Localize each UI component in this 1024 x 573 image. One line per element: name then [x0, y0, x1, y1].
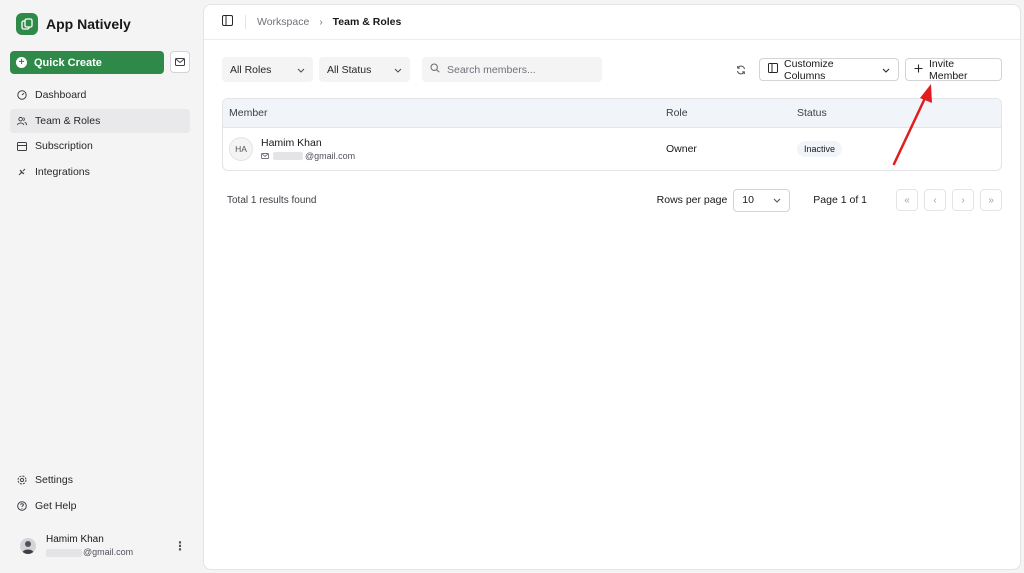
- members-table: Member Role Status HA Hamim Khan @gmail.…: [222, 98, 1002, 171]
- sidebar-item-label: Dashboard: [35, 89, 87, 101]
- member-role: Owner: [666, 143, 697, 155]
- credit-card-icon: [17, 141, 27, 151]
- table-row[interactable]: HA Hamim Khan @gmail.com Owner Inactive: [223, 128, 1001, 170]
- mail-icon: [261, 150, 269, 162]
- first-page-button[interactable]: «: [896, 189, 918, 211]
- topbar: Workspace › Team & Roles: [204, 5, 1020, 40]
- users-icon: [17, 116, 27, 126]
- plus-icon: [914, 64, 923, 76]
- rows-per-page-select[interactable]: 10: [733, 188, 791, 212]
- plug-icon: [17, 167, 27, 177]
- prev-page-button[interactable]: ‹: [924, 189, 946, 211]
- search-box: [422, 57, 602, 82]
- sidebar-item-dashboard[interactable]: Dashboard: [10, 83, 190, 107]
- sidebar-item-label: Subscription: [35, 140, 93, 152]
- member-email: @gmail.com: [261, 150, 355, 162]
- breadcrumb-current: Team & Roles: [332, 16, 402, 28]
- search-input[interactable]: [447, 63, 587, 76]
- sidebar: App Natively + Quick Create Dashboard Te…: [0, 0, 200, 573]
- refresh-icon[interactable]: [733, 62, 749, 78]
- column-header-role[interactable]: Role: [666, 107, 797, 119]
- sidebar-item-get-help[interactable]: Get Help: [10, 494, 190, 518]
- app-logo-icon: [16, 13, 38, 35]
- invite-member-label: Invite Member: [929, 57, 968, 82]
- chevron-left-icon: ‹: [933, 194, 937, 206]
- quick-create-label: Quick Create: [34, 56, 102, 69]
- member-name: Hamim Khan: [261, 136, 322, 149]
- chevron-down-icon: [773, 194, 781, 206]
- status-badge: Inactive: [797, 141, 843, 157]
- more-vertical-icon[interactable]: ⋮: [174, 539, 186, 553]
- column-header-member[interactable]: Member: [223, 107, 666, 119]
- columns-icon: [768, 63, 778, 76]
- main-panel: Workspace › Team & Roles All Roles All S…: [203, 4, 1021, 570]
- invite-member-button[interactable]: Invite Member: [905, 57, 1002, 82]
- user-name: Hamim Khan: [46, 534, 104, 545]
- rows-per-page-label: Rows per page: [656, 194, 728, 206]
- mail-icon: [175, 58, 185, 66]
- search-icon: [430, 63, 440, 76]
- sidebar-item-team-roles[interactable]: Team & Roles: [10, 108, 190, 133]
- table-header: Member Role Status: [223, 99, 1001, 128]
- sidebar-item-integrations[interactable]: Integrations: [10, 160, 190, 184]
- help-circle-icon: [17, 500, 27, 511]
- roles-filter-select[interactable]: All Roles: [222, 57, 313, 82]
- user-email: @gmail.com: [46, 546, 133, 558]
- table-footer: Total 1 results found Rows per page 10 P…: [222, 188, 1002, 212]
- chevron-down-icon: [297, 64, 305, 76]
- toolbar: All Roles All Status Customize Columns I…: [222, 57, 1002, 82]
- quick-create-button[interactable]: + Quick Create: [10, 51, 164, 74]
- sidebar-item-label: Integrations: [35, 165, 90, 178]
- chevron-right-icon: ›: [319, 16, 323, 28]
- results-count: Total 1 results found: [227, 194, 317, 206]
- user-menu[interactable]: Hamim Khan @gmail.com ⋮: [20, 534, 186, 558]
- sidebar-item-label: Team & Roles: [35, 114, 101, 127]
- column-header-status[interactable]: Status: [797, 107, 1001, 119]
- sidebar-item-settings[interactable]: Settings: [10, 468, 190, 492]
- status-filter-select[interactable]: All Status: [319, 57, 410, 82]
- brand[interactable]: App Natively: [16, 10, 190, 38]
- sidebar-nav: Dashboard Team & Roles Subscription Inte…: [10, 83, 190, 184]
- app-name: App Natively: [46, 16, 131, 32]
- chevron-down-icon: [882, 64, 890, 76]
- plus-circle-icon: +: [16, 57, 27, 68]
- sidebar-item-label: Settings: [35, 474, 73, 486]
- chevrons-right-icon: »: [988, 194, 994, 206]
- next-page-button[interactable]: ›: [952, 189, 974, 211]
- customize-columns-button[interactable]: Customize Columns: [759, 57, 899, 82]
- rows-per-page-value: 10: [742, 194, 754, 206]
- breadcrumb: Workspace › Team & Roles: [257, 16, 401, 28]
- customize-columns-label: Customize Columns: [784, 57, 834, 82]
- page-indicator: Page 1 of 1: [813, 194, 867, 206]
- breadcrumb-workspace[interactable]: Workspace: [257, 16, 309, 28]
- status-filter-value: All Status: [327, 63, 372, 76]
- gear-icon: [17, 475, 27, 485]
- sidebar-item-label: Get Help: [35, 499, 77, 512]
- avatar: [20, 538, 36, 554]
- sidebar-toggle-icon[interactable]: [222, 15, 233, 29]
- inbox-button[interactable]: [170, 51, 190, 73]
- sidebar-item-subscription[interactable]: Subscription: [10, 134, 190, 158]
- chevron-right-icon: ›: [961, 194, 965, 206]
- chevrons-left-icon: «: [904, 194, 910, 206]
- chevron-down-icon: [394, 64, 402, 76]
- roles-filter-value: All Roles: [230, 63, 272, 76]
- gauge-icon: [17, 90, 27, 100]
- last-page-button[interactable]: »: [980, 189, 1002, 211]
- avatar: HA: [229, 137, 253, 161]
